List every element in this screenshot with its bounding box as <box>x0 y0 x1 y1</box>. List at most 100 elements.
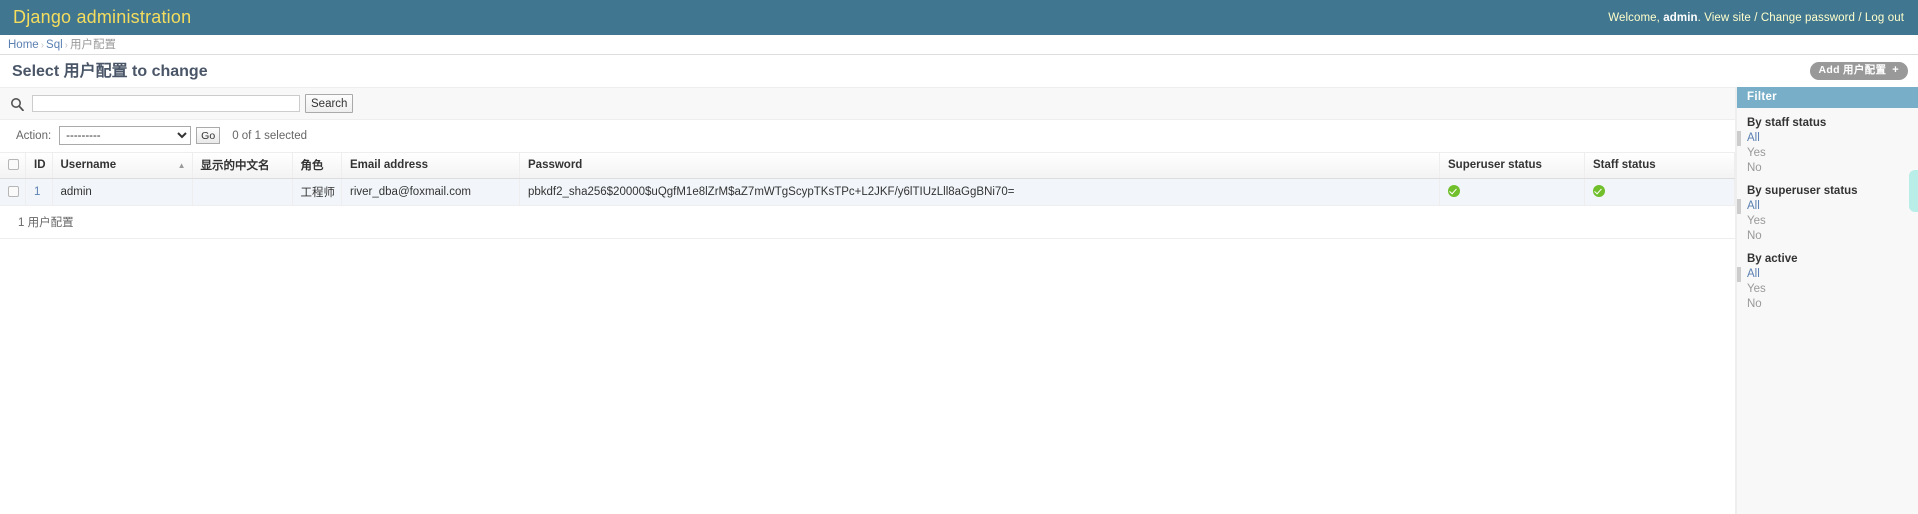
action-counter: 0 of 1 selected <box>232 129 307 142</box>
scroll-edge-indicator <box>1909 170 1918 212</box>
table-header-row: ID Username ▲ 显示的中文名 角色 Email address Pa… <box>0 153 1735 179</box>
user-tools: Welcome, admin. View site / Change passw… <box>1608 12 1904 24</box>
admin-page: Django administration Welcome, admin. Vi… <box>0 0 1918 514</box>
column-header-password[interactable]: Password <box>519 153 1440 179</box>
filter-link-active-yes[interactable]: Yes <box>1747 283 1766 295</box>
breadcrumb-app[interactable]: Sql <box>46 39 63 51</box>
column-header-id[interactable]: ID <box>25 153 53 179</box>
user-tools-separator-1: / <box>1754 11 1758 24</box>
filter-option-superuser-all[interactable]: All <box>1737 199 1918 214</box>
filter-option-superuser-no[interactable]: No <box>1737 229 1918 244</box>
site-header: Django administration Welcome, admin. Vi… <box>0 0 1918 35</box>
sort-ascending-icon[interactable]: ▲ <box>164 159 186 172</box>
filter-link-staff-all[interactable]: All <box>1747 132 1760 144</box>
column-label-username: Username <box>60 158 117 171</box>
content-header: Select 用户配置 to change Add 用户配置 + <box>0 55 1918 87</box>
column-header-staff-status[interactable]: Staff status <box>1584 153 1735 179</box>
table-row: 1 admin 工程师 river_dba@foxmail.com pbkdf2… <box>0 178 1735 206</box>
filter-link-active-all[interactable]: All <box>1747 268 1760 280</box>
filter-link-superuser-all[interactable]: All <box>1747 200 1760 212</box>
plus-icon: + <box>1892 64 1899 76</box>
breadcrumb-home[interactable]: Home <box>8 39 39 51</box>
column-header-superuser-status[interactable]: Superuser status <box>1439 153 1585 179</box>
filter-option-staff-all[interactable]: All <box>1737 131 1918 146</box>
breadcrumb-separator-2: › <box>64 40 68 51</box>
filter-list-superuser-status: All Yes No <box>1737 199 1918 244</box>
actions-bar: Action: --------- Go 0 of 1 selected <box>0 120 1735 153</box>
log-out-link[interactable]: Log out <box>1865 12 1904 24</box>
paginator: 1 用户配置 <box>0 206 1735 239</box>
cell-staff-status <box>1584 178 1735 206</box>
column-label-id: ID <box>34 159 46 171</box>
column-label-superuser-status: Superuser status <box>1448 159 1542 171</box>
cell-id: 1 <box>25 178 53 206</box>
column-label-password: Password <box>528 159 583 171</box>
filter-sidebar: Filter By staff status All Yes No By sup… <box>1736 87 1918 514</box>
filter-title: Filter <box>1737 87 1918 108</box>
action-go-button[interactable]: Go <box>196 127 221 144</box>
breadcrumb-separator-1: › <box>40 40 45 51</box>
action-select[interactable]: --------- <box>59 126 192 145</box>
column-label-role: 角色 <box>300 160 324 172</box>
results-table: ID Username ▲ 显示的中文名 角色 Email address Pa… <box>0 153 1735 206</box>
current-username: admin <box>1663 11 1698 24</box>
column-header-username[interactable]: Username ▲ <box>52 153 193 179</box>
branding: Django administration <box>13 7 191 28</box>
breadcrumb-current: 用户配置 <box>70 39 116 51</box>
filter-heading-superuser-status: By superuser status <box>1747 185 1858 197</box>
filter-link-staff-yes[interactable]: Yes <box>1747 147 1766 159</box>
action-label: Action: <box>16 129 52 142</box>
filter-link-active-no[interactable]: No <box>1747 298 1762 310</box>
search-button[interactable]: Search <box>305 94 354 113</box>
column-label-staff-status: Staff status <box>1593 159 1656 171</box>
column-label-cn-name: 显示的中文名 <box>200 160 270 172</box>
cell-cn-name <box>192 178 293 206</box>
results-table-head: ID Username ▲ 显示的中文名 角色 Email address Pa… <box>0 153 1735 179</box>
column-header-select-all[interactable] <box>0 153 26 179</box>
change-password-link[interactable]: Change password <box>1761 12 1855 24</box>
search-icon <box>10 97 24 111</box>
filter-link-superuser-no[interactable]: No <box>1747 230 1762 242</box>
filter-heading-staff-status: By staff status <box>1747 117 1827 129</box>
staff-yes-icon <box>1593 184 1605 197</box>
cell-username: admin <box>52 178 193 206</box>
breadcrumb: Home › Sql › 用户配置 <box>0 35 1918 55</box>
add-object-label: Add 用户配置 <box>1818 64 1887 76</box>
filter-list-active: All Yes No <box>1737 267 1918 312</box>
filter-option-active-yes[interactable]: Yes <box>1737 282 1918 297</box>
main-content: Search Action: --------- Go 0 of 1 selec… <box>0 87 1918 514</box>
welcome-text: Welcome, <box>1608 11 1660 24</box>
search-input[interactable] <box>32 95 300 112</box>
superuser-yes-icon <box>1448 184 1460 197</box>
row-id-link[interactable]: 1 <box>34 186 40 198</box>
results-table-body: 1 admin 工程师 river_dba@foxmail.com pbkdf2… <box>0 178 1735 206</box>
row-checkbox[interactable] <box>8 186 19 198</box>
view-site-link[interactable]: View site <box>1704 12 1751 24</box>
cell-email: river_dba@foxmail.com <box>341 178 520 206</box>
column-header-email[interactable]: Email address <box>341 153 520 179</box>
column-label-email: Email address <box>350 159 428 171</box>
changelist: Search Action: --------- Go 0 of 1 selec… <box>0 87 1736 514</box>
column-header-cn-name[interactable]: 显示的中文名 <box>192 153 293 179</box>
row-select-cell[interactable] <box>0 178 26 206</box>
page-title: Select 用户配置 to change <box>12 63 208 80</box>
cell-role: 工程师 <box>292 178 342 206</box>
filter-option-active-all[interactable]: All <box>1737 267 1918 282</box>
select-all-checkbox[interactable] <box>8 159 19 171</box>
cell-password: pbkdf2_sha256$20000$uQgfM1e8lZrM$aZ7mWTg… <box>519 178 1440 206</box>
filter-link-superuser-yes[interactable]: Yes <box>1747 215 1766 227</box>
filter-heading-active: By active <box>1747 253 1798 265</box>
filter-option-superuser-yes[interactable]: Yes <box>1737 214 1918 229</box>
add-object-button[interactable]: Add 用户配置 + <box>1809 62 1908 80</box>
filter-option-staff-no[interactable]: No <box>1737 161 1918 176</box>
object-tools: Add 用户配置 + <box>1809 62 1908 80</box>
cell-superuser-status <box>1439 178 1585 206</box>
user-tools-separator-2: / <box>1858 11 1862 24</box>
filter-list-staff-status: All Yes No <box>1737 131 1918 176</box>
filter-link-staff-no[interactable]: No <box>1747 162 1762 174</box>
welcome-period: . <box>1697 11 1701 24</box>
site-title: Django administration <box>13 7 192 27</box>
filter-option-staff-yes[interactable]: Yes <box>1737 146 1918 161</box>
column-header-role[interactable]: 角色 <box>292 153 342 179</box>
filter-option-active-no[interactable]: No <box>1737 297 1918 312</box>
